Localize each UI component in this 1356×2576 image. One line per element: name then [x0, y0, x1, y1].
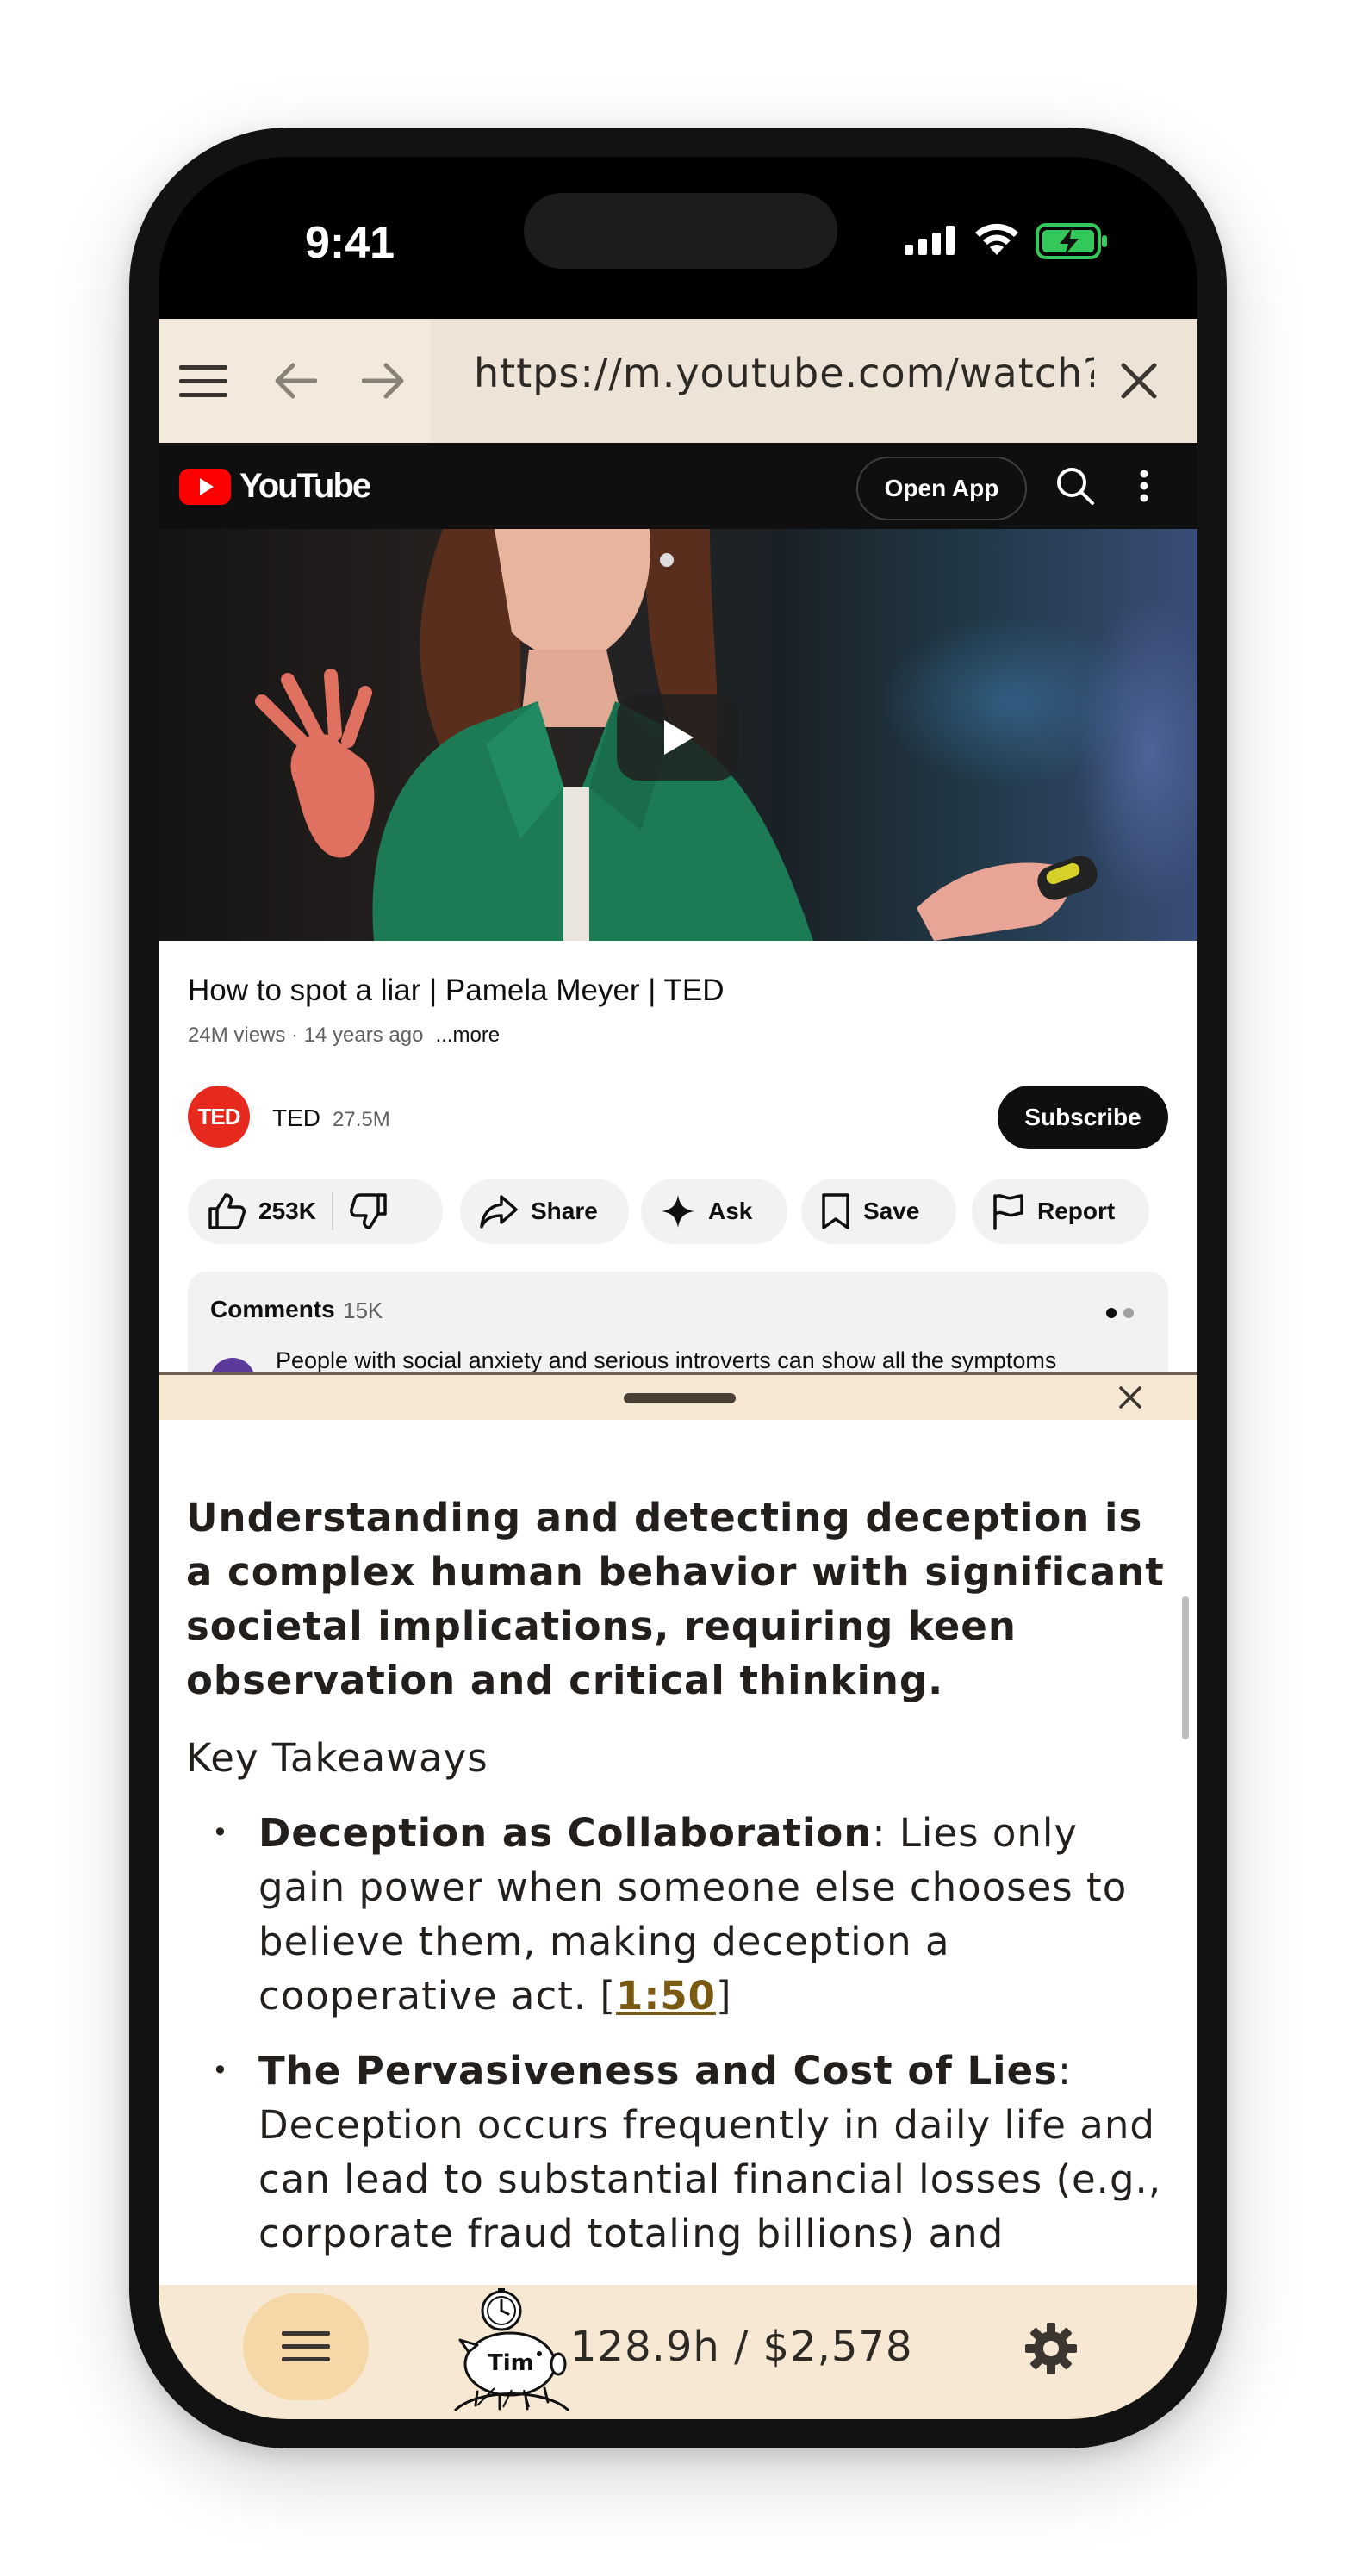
comment-preview: People with social anxiety and serious i…: [276, 1347, 1057, 1373]
ask-button[interactable]: Ask: [641, 1179, 787, 1244]
report-button[interactable]: Report: [972, 1179, 1149, 1244]
channel-subscriber-count: 27.5M: [333, 1108, 390, 1131]
url-text[interactable]: https://m.youtube.com/watch?v=P_6vDLq64g…: [474, 350, 1094, 401]
more-vertical-icon: [1140, 470, 1148, 502]
sparkle-icon: [662, 1195, 694, 1228]
play-button[interactable]: [617, 694, 739, 781]
key-takeaways-title: Key Takeaways: [186, 1735, 488, 1781]
arrow-left-icon: [275, 363, 317, 399]
channel-avatar[interactable]: TED: [188, 1086, 250, 1148]
forward-button[interactable]: [357, 353, 412, 408]
like-divider: [331, 1192, 333, 1230]
comments-pager-dots: [1106, 1308, 1134, 1318]
status-bar: 9:41: [159, 157, 1197, 319]
close-sheet-button[interactable]: [1115, 1382, 1146, 1413]
search-icon: [1057, 468, 1094, 505]
cellular-signal-icon: [905, 226, 955, 255]
share-button[interactable]: Share: [460, 1179, 629, 1244]
pager-dot: [1123, 1308, 1134, 1318]
pager-dot-active: [1106, 1308, 1117, 1318]
like-dislike-chip: 253K: [188, 1179, 443, 1244]
battery-charging-icon: [1036, 223, 1107, 259]
report-label: Report: [1037, 1198, 1116, 1224]
video-player[interactable]: [159, 529, 1197, 941]
youtube-wordmark: YouTube: [239, 467, 371, 505]
browser-toolbar: https://m.youtube.com/watch?v=P_6vDLq64g…: [159, 319, 1197, 443]
video-details: How to spot a liar | Pamela Meyer | TED …: [159, 941, 1197, 1397]
settings-button[interactable]: [1023, 2321, 1079, 2380]
youtube-play-logo-icon: [179, 468, 231, 505]
dislike-button[interactable]: [349, 1192, 389, 1231]
bookmark-icon: [822, 1193, 849, 1229]
sheet-drag-bar[interactable]: [159, 1375, 1197, 1420]
close-icon: [1119, 1386, 1141, 1409]
clear-url-button[interactable]: [1111, 353, 1166, 408]
mascot-label: Tim: [488, 2350, 534, 2376]
takeaway-title: Deception as Collaboration: [258, 1810, 873, 1856]
save-button[interactable]: Save: [801, 1179, 956, 1244]
arrow-right-icon: [362, 363, 404, 399]
save-label: Save: [863, 1198, 920, 1224]
dynamic-island: [524, 193, 837, 269]
gear-icon: [1025, 2323, 1077, 2374]
share-label: Share: [531, 1198, 598, 1224]
list-item: The Pervasiveness and Cost of Lies: Dece…: [186, 2044, 1168, 2261]
video-views-age: 24M views · 14 years ago: [188, 1024, 424, 1047]
takeaway-title: The Pervasiveness and Cost of Lies: [258, 2048, 1058, 2094]
comments-title: Comments: [210, 1296, 335, 1322]
like-count: 253K: [258, 1198, 316, 1224]
youtube-more-button[interactable]: [1127, 462, 1161, 510]
hamburger-icon: [282, 2331, 330, 2361]
youtube-header: YouTube Open App: [159, 443, 1197, 529]
more-link[interactable]: ...more: [435, 1024, 500, 1047]
ask-label: Ask: [708, 1198, 753, 1224]
summary-headline: Understanding and detecting deception is…: [186, 1495, 1165, 1703]
screen: 9:41 https://m.youtube.com/watch YouTube…: [159, 157, 1197, 2419]
app-menu-button[interactable]: [243, 2293, 369, 2400]
usage-stats: 128.9h / $2,578: [570, 2323, 913, 2371]
back-button[interactable]: [267, 353, 322, 408]
piggy-bank-clock-icon: [453, 2288, 570, 2412]
hamburger-icon: [179, 365, 227, 397]
mascot-piggy-bank[interactable]: Tim: [451, 2285, 572, 2418]
video-title[interactable]: How to spot a liar | Pamela Meyer | TED: [188, 974, 724, 1008]
open-app-button[interactable]: Open App: [856, 457, 1027, 520]
comments-count: 15K: [343, 1297, 383, 1323]
play-icon: [664, 720, 694, 755]
url-field[interactable]: https://m.youtube.com/watch?v=P_6vDLq64g…: [431, 319, 1197, 443]
scrollbar-thumb[interactable]: [1182, 1596, 1189, 1739]
takeaway-text: Deception occurs frequently in daily lif…: [258, 2102, 1162, 2256]
flag-icon: [993, 1194, 1023, 1230]
youtube-search-button[interactable]: [1051, 462, 1099, 510]
takeaways-list: Deception as Collaboration: Lies only ga…: [186, 1806, 1168, 2281]
like-button[interactable]: 253K: [207, 1192, 316, 1231]
channel-name[interactable]: TED: [272, 1104, 320, 1132]
summary-panel[interactable]: Understanding and detecting deception is…: [159, 1420, 1197, 2285]
browser-menu-button[interactable]: [176, 353, 231, 408]
close-icon: [1121, 363, 1157, 399]
youtube-logo[interactable]: YouTube: [179, 467, 371, 506]
drag-handle[interactable]: [624, 1393, 736, 1403]
video-meta: 24M views · 14 years ago ...more: [188, 1024, 500, 1048]
browser-nav-group: [159, 319, 431, 443]
status-time: 9:41: [305, 218, 395, 268]
thumbs-down-icon: [349, 1193, 387, 1229]
share-icon: [480, 1195, 518, 1229]
list-item: Deception as Collaboration: Lies only ga…: [186, 1806, 1168, 2023]
bottom-bar: Tim 128.9h / $2,578: [159, 2285, 1197, 2419]
thumbs-up-icon: [208, 1193, 246, 1229]
timestamp-link[interactable]: 1:50: [616, 1973, 716, 2019]
wifi-icon: [975, 223, 1018, 255]
phone-frame: 9:41 https://m.youtube.com/watch YouTube…: [129, 128, 1227, 2448]
subscribe-button[interactable]: Subscribe: [998, 1086, 1168, 1149]
